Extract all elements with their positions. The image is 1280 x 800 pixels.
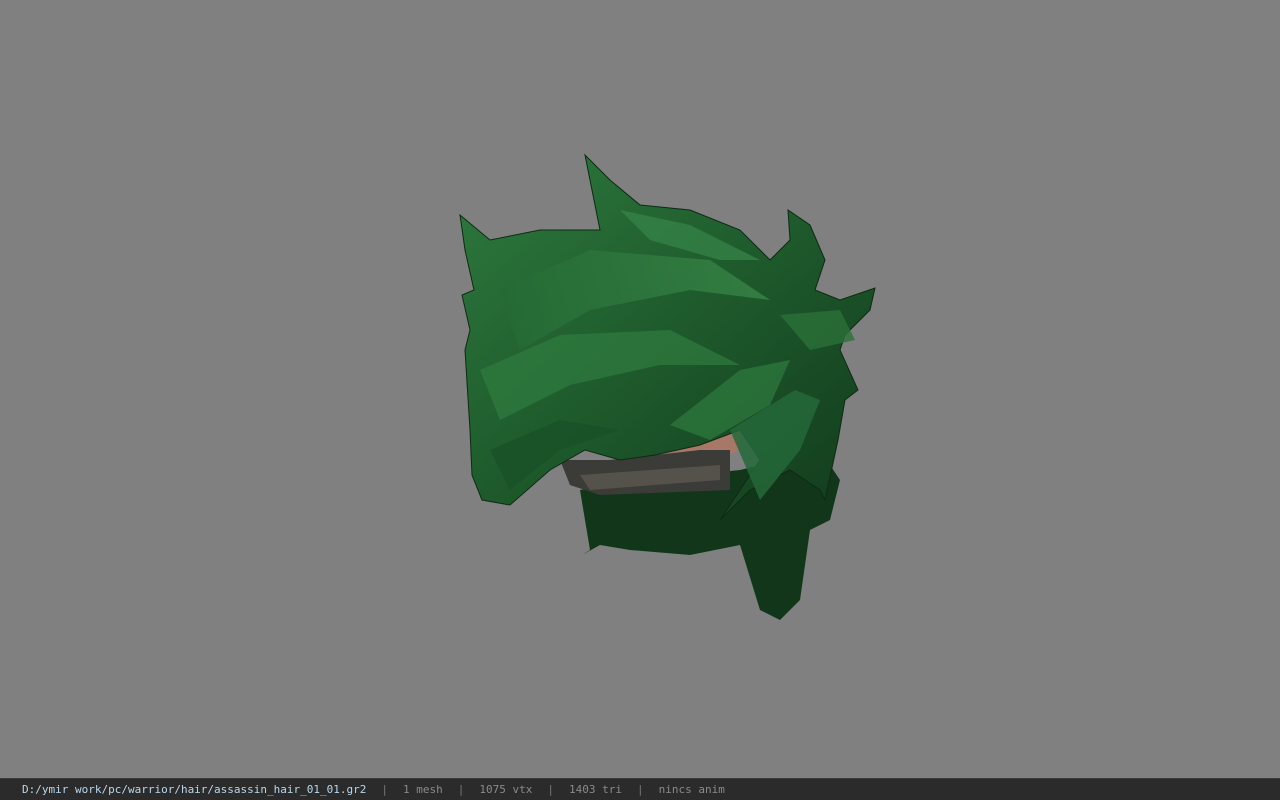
hair-model-icon[interactable] <box>440 150 900 630</box>
3d-viewport[interactable] <box>0 0 1280 778</box>
file-path-label: D:/ymir work/pc/warrior/hair/assassin_ha… <box>22 783 367 796</box>
animation-status-label: nincs anim <box>658 783 725 796</box>
mesh-count-label: 1 mesh <box>403 783 443 796</box>
separator: | <box>457 783 465 796</box>
triangle-count-label: 1403 tri <box>568 783 622 796</box>
vertex-count-label: 1075 vtx <box>479 783 533 796</box>
separator: | <box>547 783 554 796</box>
separator: | <box>636 783 644 796</box>
separator: | <box>381 783 388 796</box>
status-bar: D:/ymir work/pc/warrior/hair/assassin_ha… <box>0 778 1280 800</box>
